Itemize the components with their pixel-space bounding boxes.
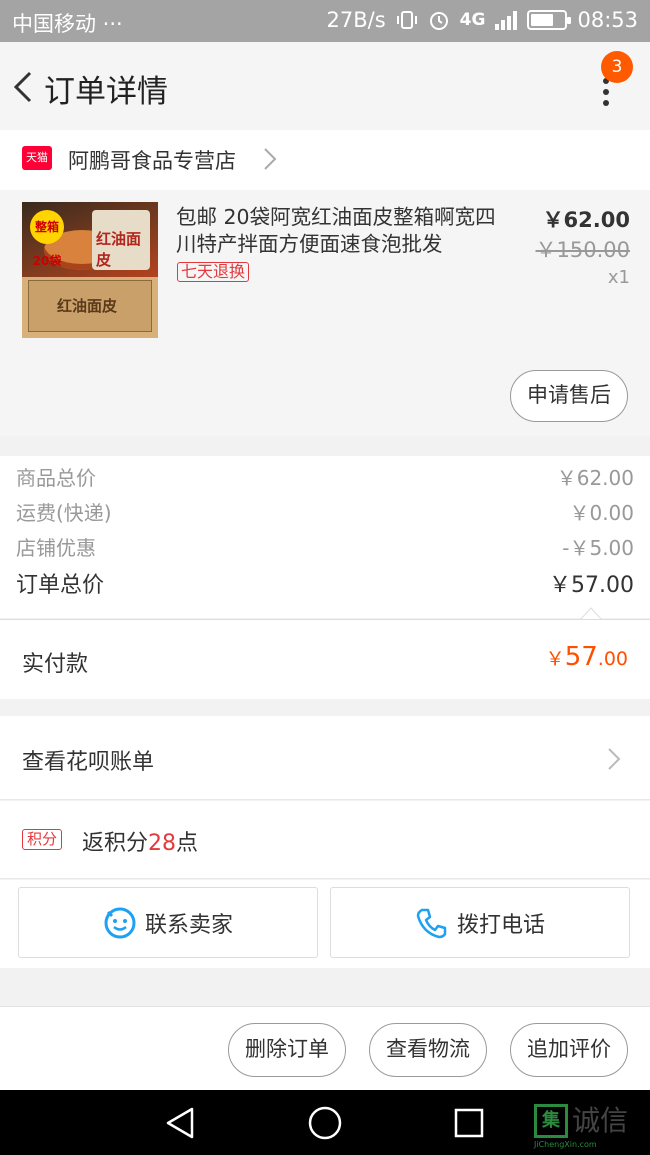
order-summary: 商品总价 ￥62.00 运费(快递) ￥0.00 店铺优惠 -￥5.00 订单总… [0,456,650,618]
view-logistics-button[interactable]: 查看物流 [369,1023,487,1077]
summary-value: ￥0.00 [569,501,634,525]
product-item[interactable]: 红油面皮 整箱20袋 红油面皮 包邮 20袋阿宽红油面皮整箱啊宽四川特产拌面方便… [0,190,650,436]
points-row: 积分 返积分28点 [0,801,650,879]
summary-row-goods: 商品总价 ￥62.00 [16,462,634,491]
system-nav-bar: 集 诚信 JiChengXin.com [0,1090,650,1155]
summary-value: -￥5.00 [562,536,634,560]
clock: 08:53 [577,8,638,32]
order-total-label: 订单总价 [16,573,105,598]
nav-home-icon[interactable] [307,1105,343,1141]
app-header: 订单详情 3 [0,42,650,130]
call-phone-button[interactable]: 拨打电话 [330,887,630,958]
notification-badge: 3 [601,51,633,83]
page-title: 订单详情 [44,74,168,110]
huabei-bill-label: 查看花呗账单 [22,750,155,775]
actual-payment-label: 实付款 [22,652,89,677]
nav-recent-icon[interactable] [453,1107,485,1139]
summary-label: 店铺优惠 [16,536,96,560]
original-price: ￥150.00 [535,238,630,262]
order-total-value: ￥57.00 [549,573,634,598]
store-row[interactable]: 天猫 阿鹏哥食品专营店 [0,130,650,190]
carrier-label: 中国移动 ··· [12,12,123,36]
battery-icon [527,10,572,30]
network-speed: 27B/s [326,8,386,32]
points-text: 返积分28点 [82,831,199,856]
points-badge: 积分 [22,829,63,850]
vibrate-icon [396,11,417,29]
chevron-right-icon [264,148,277,170]
signal-icon [495,10,518,30]
more-menu-icon[interactable] [594,78,618,112]
alarm-icon [429,12,448,30]
contact-seller-button[interactable]: 联系卖家 [18,887,318,958]
thumb-box-text: 红油面皮 [57,297,118,315]
delete-order-button[interactable]: 删除订单 [228,1023,346,1077]
summary-label: 运费(快递) [16,501,112,525]
after-sale-button[interactable]: 申请售后 [510,370,628,422]
contact-section: 联系卖家 拨打电话 [0,880,650,968]
store-name: 阿鹏哥食品专营店 [68,149,236,173]
contact-seller-label: 联系卖家 [144,912,233,938]
summary-row-discount: 店铺优惠 -￥5.00 [16,532,634,561]
chevron-right-icon [608,748,621,770]
summary-row-shipping: 运费(快递) ￥0.00 [16,497,634,526]
chat-face-icon [104,907,136,938]
product-quantity: x1 [607,267,630,288]
back-arrow-icon[interactable] [10,69,40,105]
product-price: ￥62.00 [542,208,630,232]
actual-payment-row: 实付款 ￥57.00 [0,619,650,699]
return-policy-tag: 七天退换 [177,262,250,282]
nav-back-icon[interactable] [164,1106,198,1140]
status-bar: 中国移动 ··· 27B/s 4G 08:53 [0,0,650,42]
network-type: 4G [459,10,486,30]
product-thumbnail[interactable]: 红油面皮 整箱20袋 红油面皮 [22,202,158,338]
bottom-action-bar: 删除订单 查看物流 追加评价 [0,1006,650,1090]
huabei-bill-row[interactable]: 查看花呗账单 [0,716,650,800]
actual-payment-amount: ￥57.00 [545,642,628,672]
product-name[interactable]: 包邮 20袋阿宽红油面皮整箱啊宽四川特产拌面方便面速食泡批发 [176,204,496,258]
tmall-icon: 天猫 [22,146,52,170]
thumb-badge: 整箱20袋 [30,210,64,268]
summary-value: ￥62.00 [556,466,634,490]
add-review-button[interactable]: 追加评价 [510,1023,628,1077]
points-value: 28 [148,831,177,856]
phone-icon [416,908,447,938]
call-phone-label: 拨打电话 [456,912,545,938]
summary-label: 商品总价 [16,466,96,490]
watermark-logo: 集 诚信 JiChengXin.com [534,1104,629,1149]
pointer-caret [580,607,602,620]
summary-row-total: 订单总价 ￥57.00 [16,567,634,599]
thumb-bag-text: 红油面皮 [96,230,142,269]
